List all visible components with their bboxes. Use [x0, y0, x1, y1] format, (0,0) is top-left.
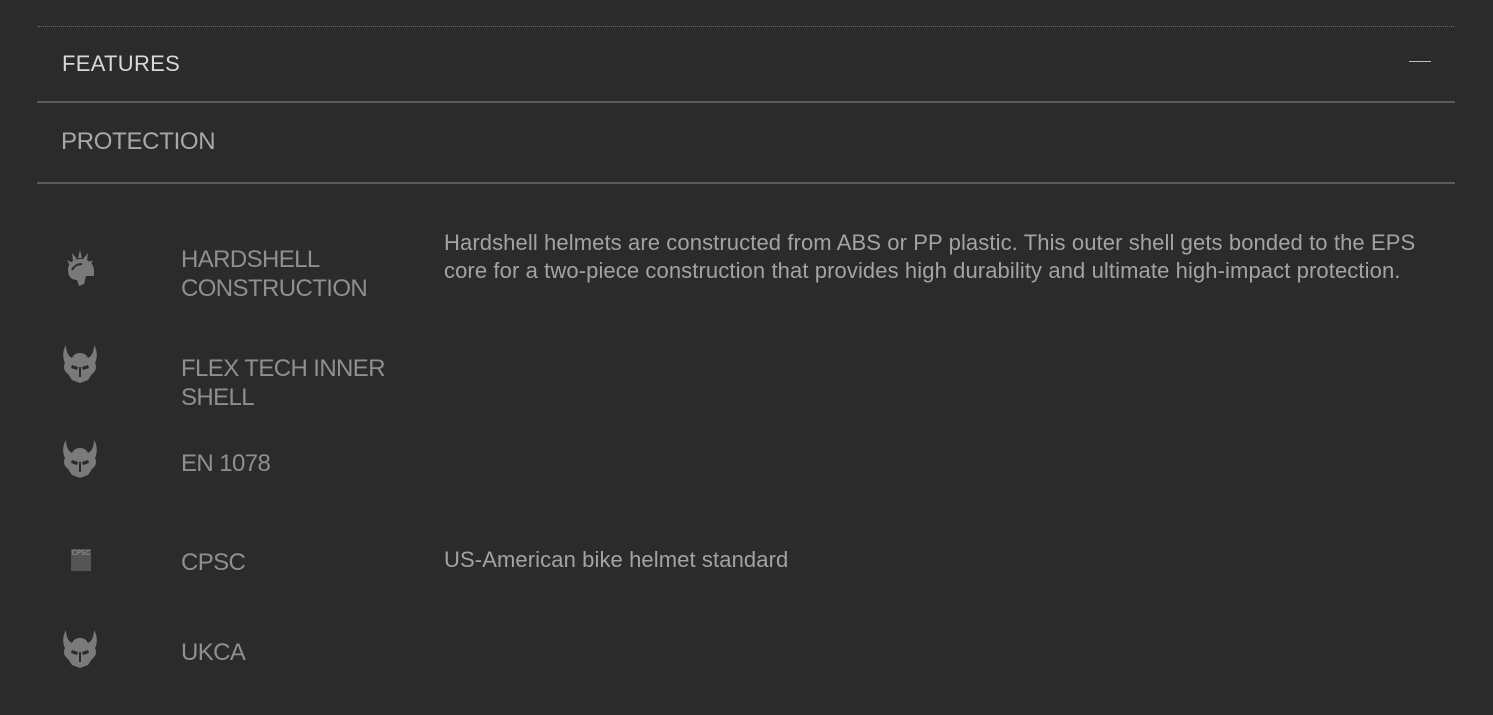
feature-row-hardshell: HARDSHELL CONSTRUCTION Hardshell helmets…: [37, 228, 1455, 318]
viking-helmet-icon: [62, 630, 98, 668]
protection-section-header: PROTECTION: [37, 103, 1455, 184]
feature-name-flex-tech: FLEX TECH INNER SHELL: [181, 355, 386, 411]
cpsc-badge-text: CPSC: [71, 549, 91, 557]
viking-helmet-icon: [62, 440, 98, 478]
feature-row-ukca: UKCA: [37, 630, 1455, 680]
feature-name-ukca: UKCA: [181, 639, 246, 666]
feature-row-en1078: EN 1078: [37, 440, 1455, 490]
feature-description-cpsc: US-American bike helmet standard: [444, 547, 789, 572]
viking-helmet-icon: [62, 345, 98, 383]
feature-row-cpsc: CPSC CPSC US-American bike helmet standa…: [37, 545, 1455, 585]
feature-name-en1078: EN 1078: [181, 450, 271, 477]
features-panel: FEATURES PROTECTION HARDSHELL CONSTRUCTI…: [0, 0, 1493, 715]
spiked-helmet-icon: [62, 250, 98, 286]
features-accordion-header[interactable]: FEATURES: [37, 27, 1455, 103]
minus-icon[interactable]: [1409, 61, 1431, 62]
feature-description-hardshell: Hardshell helmets are constructed from A…: [444, 230, 1416, 283]
feature-row-flex-tech: FLEX TECH INNER SHELL: [37, 345, 1455, 411]
section-title: PROTECTION: [61, 128, 216, 155]
feature-name-cpsc: CPSC: [181, 549, 246, 576]
feature-name-hardshell: HARDSHELL CONSTRUCTION: [181, 246, 368, 302]
cpsc-badge-icon: CPSC: [71, 549, 91, 571]
accordion-title: FEATURES: [62, 51, 181, 76]
